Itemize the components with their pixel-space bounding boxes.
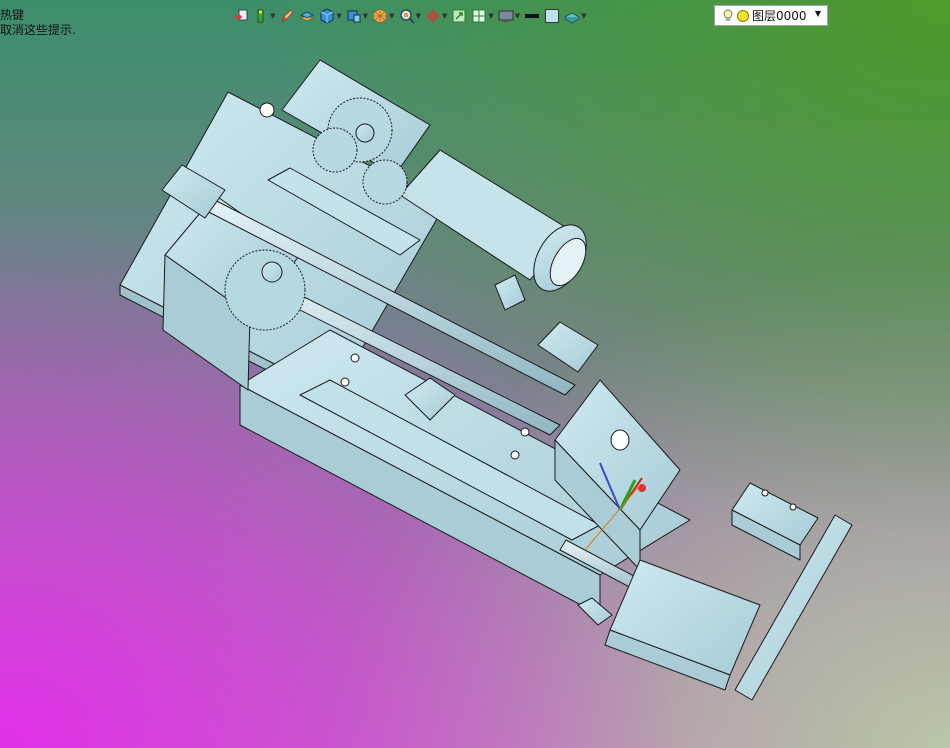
gear-left-large[interactable] bbox=[224, 249, 306, 331]
mount-hole bbox=[761, 489, 769, 497]
gear-small-top[interactable] bbox=[312, 127, 358, 173]
mount-hole bbox=[340, 377, 350, 387]
mount-hole bbox=[520, 427, 530, 437]
gear-left-hub[interactable] bbox=[261, 261, 283, 283]
gear-large-top-hub[interactable] bbox=[355, 123, 375, 143]
mount-hole bbox=[789, 503, 797, 511]
mount-hole bbox=[350, 353, 360, 363]
bottom-clamp[interactable] bbox=[577, 597, 613, 626]
frame-bore[interactable] bbox=[610, 429, 630, 451]
gear-mid[interactable] bbox=[362, 159, 408, 205]
cad-model[interactable] bbox=[0, 0, 950, 748]
rod-bracket-right[interactable] bbox=[537, 321, 599, 373]
motor-connector[interactable] bbox=[494, 274, 526, 311]
mount-hole bbox=[510, 450, 520, 460]
mount-hole bbox=[259, 102, 275, 118]
